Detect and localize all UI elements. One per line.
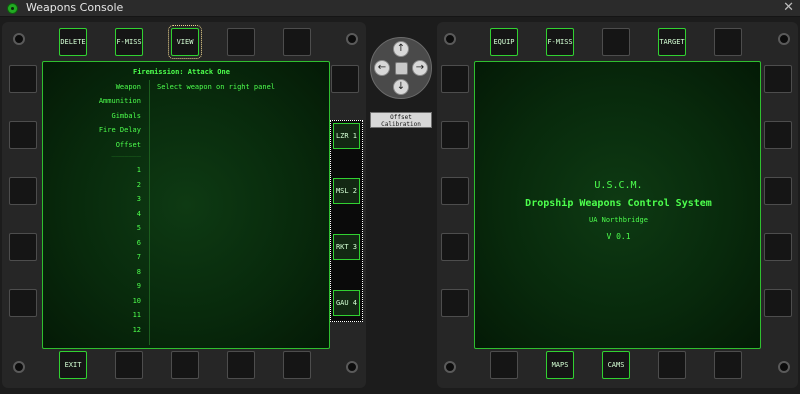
weapon-strip: LZR 1 MSL 2 RKT 3 GAU 4 (330, 120, 363, 322)
rkt-3-button[interactable]: RKT 3 (333, 234, 360, 260)
field-label-gimbals: Gimbals (111, 112, 141, 120)
bottom-blank-button[interactable] (283, 351, 311, 379)
side-button-right[interactable] (331, 65, 359, 93)
side-button-left[interactable] (441, 121, 469, 149)
target-button[interactable]: TARGET (658, 28, 686, 56)
equip-button[interactable]: EQUIP (490, 28, 518, 56)
top-blank-button[interactable] (602, 28, 630, 56)
bottom-blank-button[interactable] (714, 351, 742, 379)
side-button-left[interactable] (441, 65, 469, 93)
row-number: 9 (136, 282, 141, 290)
title-bar: Weapons Console ✕ (0, 0, 800, 17)
row-number: 1 (136, 166, 141, 174)
row-number: 12 (132, 326, 141, 334)
screw-icon (346, 361, 358, 373)
offset-calibration-button[interactable]: Offset Calibration (370, 112, 432, 128)
top-blank-button[interactable] (714, 28, 742, 56)
screw-icon (13, 33, 25, 45)
screw-icon (444, 33, 456, 45)
f-miss-button[interactable]: F-MISS (115, 28, 143, 56)
side-button-right[interactable] (764, 177, 792, 205)
row-number: 10 (132, 297, 141, 305)
row-number: 7 (136, 253, 141, 261)
row-number: 5 (136, 224, 141, 232)
side-button-left[interactable] (9, 289, 37, 317)
row-number: 6 (136, 239, 141, 247)
firemission-screen: Firemission: Attack One Weapon Ammunitio… (42, 61, 330, 349)
weapon-hint: Select weapon on right panel (157, 83, 276, 91)
row-number: 2 (136, 181, 141, 189)
side-button-left[interactable] (9, 177, 37, 205)
arrow-up-icon[interactable]: ↑ (393, 41, 409, 57)
main-display-screen: U.S.C.M. Dropship Weapons Control System… (474, 61, 761, 349)
screw-icon (444, 361, 456, 373)
view-button[interactable]: VIEW (168, 25, 202, 59)
arrow-down-icon[interactable]: ↓ (393, 79, 409, 95)
lzr-1-button[interactable]: LZR 1 (333, 123, 360, 149)
version-label: V 0.1 (606, 232, 631, 241)
gau-4-button[interactable]: GAU 4 (333, 290, 360, 316)
screw-icon (778, 33, 790, 45)
row-number: 8 (136, 268, 141, 276)
firemission-title: Firemission: Attack One (133, 68, 230, 76)
window-title: Weapons Console (26, 1, 124, 14)
maps-button[interactable]: MAPS (546, 351, 574, 379)
field-label-ammunition: Ammunition (98, 97, 141, 105)
side-button-left[interactable] (9, 233, 37, 261)
side-button-right[interactable] (764, 65, 792, 93)
top-blank-button[interactable] (227, 28, 255, 56)
side-button-left[interactable] (441, 233, 469, 261)
bottom-blank-button[interactable] (227, 351, 255, 379)
bottom-blank-button[interactable] (171, 351, 199, 379)
arrow-left-icon[interactable]: ← (374, 60, 390, 76)
bottom-blank-button[interactable] (490, 351, 518, 379)
field-label-fire-delay: Fire Delay (98, 126, 141, 134)
row-number: 11 (132, 311, 141, 319)
direction-pad: ↑ ↓ ← → (370, 37, 432, 99)
field-label-weapon: Weapon (115, 83, 141, 91)
f-miss-button-right[interactable]: F-MISS (546, 28, 574, 56)
side-button-right[interactable] (764, 289, 792, 317)
column-divider (149, 80, 150, 345)
screw-icon (346, 33, 358, 45)
bottom-blank-button[interactable] (658, 351, 686, 379)
field-label-offset: Offset (115, 141, 141, 149)
side-button-left[interactable] (9, 121, 37, 149)
cams-button[interactable]: CAMS (602, 351, 630, 379)
row-number: 3 (136, 195, 141, 203)
org-title: U.S.C.M. (594, 180, 643, 191)
dpad-center-button[interactable] (395, 62, 408, 75)
bottom-blank-button[interactable] (115, 351, 143, 379)
close-icon[interactable]: ✕ (783, 0, 794, 15)
top-blank-button[interactable] (283, 28, 311, 56)
side-button-left[interactable] (441, 289, 469, 317)
separator-line: _______ (111, 149, 141, 157)
ship-name: UA Northbridge (588, 216, 648, 224)
side-button-right[interactable] (764, 233, 792, 261)
app-logo-icon (7, 3, 18, 14)
delete-button[interactable]: DELETE (59, 28, 87, 56)
side-button-left[interactable] (441, 177, 469, 205)
row-number: 4 (136, 210, 141, 218)
screw-icon (778, 361, 790, 373)
side-button-left[interactable] (9, 65, 37, 93)
exit-button[interactable]: EXIT (59, 351, 87, 379)
screw-icon (13, 361, 25, 373)
side-button-right[interactable] (764, 121, 792, 149)
msl-2-button[interactable]: MSL 2 (333, 178, 360, 204)
system-title: Dropship Weapons Control System (525, 198, 712, 209)
arrow-right-icon[interactable]: → (412, 60, 428, 76)
